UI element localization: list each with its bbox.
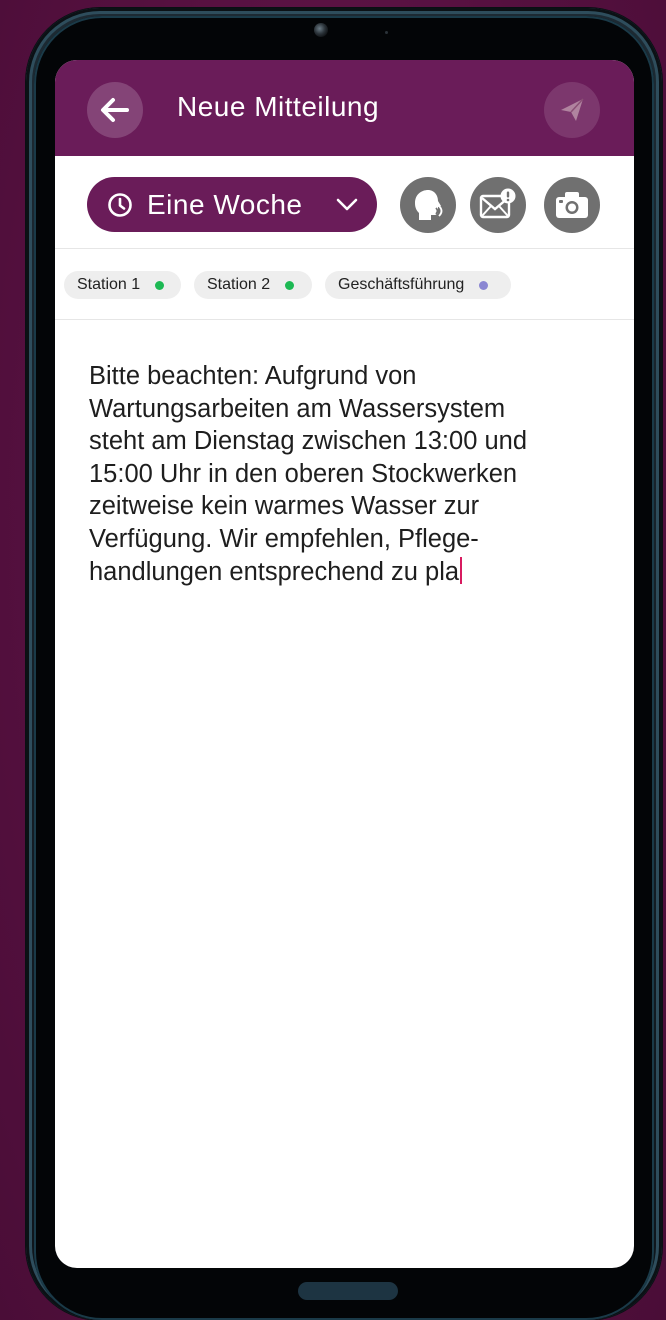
camera-button[interactable] xyxy=(544,177,600,233)
clock-icon xyxy=(107,192,133,218)
home-indicator xyxy=(298,1282,398,1300)
recipient-chip-station-1[interactable]: Station 1 xyxy=(64,271,181,299)
page-title: Neue Mitteilung xyxy=(177,91,380,122)
recipient-label: Station 1 xyxy=(77,276,141,293)
duration-dropdown[interactable]: Eine Woche xyxy=(87,177,377,232)
app-screen: Neue Mitteilung Eine Woche Station 1 Sta… xyxy=(55,60,634,1268)
recipient-chip-station-2[interactable]: Station 2 xyxy=(194,271,312,299)
message-last-line: handlungen entsprechend zu pla xyxy=(89,556,594,589)
camera-icon xyxy=(556,192,588,218)
status-dot xyxy=(155,280,165,290)
background: Neue Mitteilung Eine Woche Station 1 Sta… xyxy=(0,0,666,1320)
urgent-mail-button[interactable] xyxy=(470,177,526,233)
mail-alert-icon xyxy=(479,188,516,219)
message-line: steht am Dienstag zwischen 13:00 und xyxy=(89,427,528,456)
message-textarea[interactable]: Bitte beachten: Aufgrund von Wartungsarbe… xyxy=(89,360,594,588)
status-dot xyxy=(285,280,295,290)
arrow-left-icon xyxy=(101,98,129,122)
proximity-sensor xyxy=(385,31,388,34)
app-bar: Neue Mitteilung xyxy=(55,60,634,156)
message-line: zeitweise kein warmes Wasser zur xyxy=(89,492,480,521)
recipient-label: Geschäftsführung xyxy=(338,276,465,293)
back-button[interactable] xyxy=(87,82,143,138)
send-button[interactable] xyxy=(544,82,600,138)
message-line: handlungen entsprechend zu pla xyxy=(89,557,460,586)
voice-message-button[interactable] xyxy=(400,177,456,233)
message-line: Verfügung. Wir empfehlen, Pflege- xyxy=(89,524,479,553)
duration-label: Eine Woche xyxy=(147,188,303,220)
front-camera xyxy=(314,23,328,37)
speaking-head-icon xyxy=(415,190,443,220)
message-line: Wartungsarbeiten am Wassersystem xyxy=(89,394,506,423)
compose-toolbar: Eine Woche xyxy=(55,156,634,249)
status-dot xyxy=(479,280,489,290)
recipient-chip-geschaeftsfuehrung[interactable]: Geschäftsführung xyxy=(325,271,511,299)
text-cursor xyxy=(460,556,463,584)
paper-plane-icon xyxy=(561,98,584,121)
recipient-list: Station 1 Station 2 Geschäftsführung xyxy=(55,249,634,320)
message-line: 15:00 Uhr in den oberen Stockwerken xyxy=(89,459,518,488)
chevron-down-icon xyxy=(335,192,359,216)
recipient-label: Station 2 xyxy=(207,276,271,293)
message-line: Bitte beachten: Aufgrund von xyxy=(89,362,417,390)
